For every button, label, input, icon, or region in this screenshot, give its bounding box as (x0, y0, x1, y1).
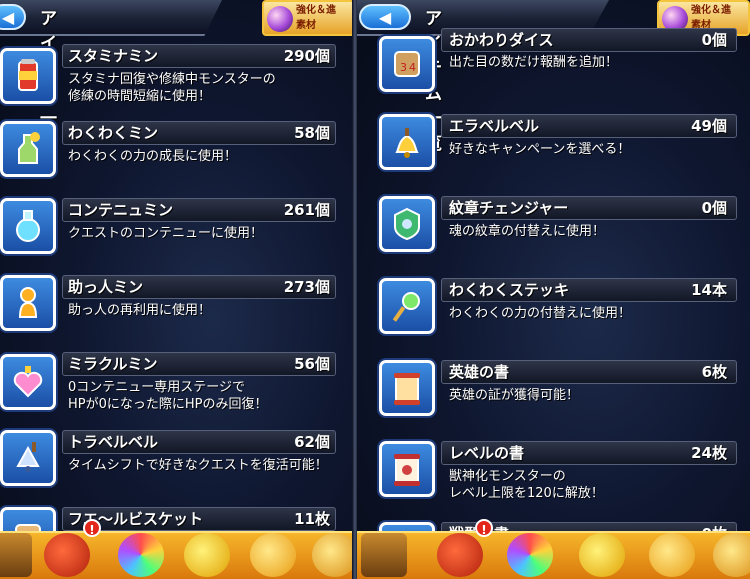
left-item-list-panel[interactable]: ◀ アイテム一覧 強化＆進 素材 スタミナミン 290個 スタミナ回復や修練中モ… (0, 0, 355, 579)
item-desc-line-1: わくわくの力の成長に使用！ (68, 149, 238, 164)
item-desc-line-1: 魂の紋章の付替えに使用！ (449, 224, 606, 239)
home-icon[interactable] (0, 533, 32, 577)
item-name: 助っ人ミン (68, 278, 144, 296)
item-count: 290個 (283, 47, 330, 65)
alert-badge: ! (475, 519, 493, 537)
item-count: 56個 (294, 355, 330, 373)
gacha-icon[interactable] (118, 533, 164, 577)
item-desc-line-2: HPが0になった際にHPのみ回復！ (68, 397, 268, 412)
item-name: おかわりダイス (449, 31, 554, 49)
item-desc-line-1: クエストのコンテニューに使用！ (68, 226, 264, 241)
item-count: 0個 (701, 199, 727, 217)
item-name: ミラクルミン (68, 355, 158, 373)
helper-icon (0, 275, 56, 331)
item-name: スタミナミン (68, 47, 159, 65)
svg-text:3: 3 (400, 61, 407, 74)
shop-icon[interactable] (649, 533, 695, 577)
alert-badge: ! (83, 519, 101, 537)
list-item[interactable]: レベルの書 24枚 獣神化モンスターの レベル上限を120に解放！ (379, 437, 739, 507)
item-desc-line-1: 英雄の証が獲得可能！ (449, 388, 580, 403)
dice-icon: 34 (379, 36, 435, 92)
quest-icon[interactable] (184, 533, 230, 577)
item-desc-line-1: 出た目の数だけ報酬を追加！ (449, 55, 619, 70)
item-desc-line-1: わくわくの力の付替えに使用！ (449, 306, 632, 321)
other-icon[interactable] (312, 533, 355, 577)
scroll-icon (379, 360, 435, 416)
item-name: レベルの書 (449, 444, 525, 462)
handbell-icon (0, 430, 56, 486)
back-arrow-icon: ◀ (378, 7, 392, 27)
monster-icon[interactable] (437, 533, 483, 577)
can-icon (0, 48, 56, 104)
back-button[interactable]: ◀ (0, 4, 26, 30)
item-desc-line-2: 修練の時間短縮に使用！ (68, 89, 212, 104)
list-item[interactable]: わくわくミン 58個 わくわくの力の成長に使用！ (0, 117, 340, 187)
item-name: エラベルベル (449, 117, 540, 135)
item-name: 紋章チェンジャー (449, 199, 569, 217)
screen: ◀ アイテム一覧 強化＆進 素材 スタミナミン 290個 スタミナ回復や修練中モ… (0, 0, 750, 579)
item-count: 49個 (691, 117, 727, 135)
item-desc-line-1: 好きなキャンペーンを選べる！ (449, 142, 631, 157)
item-count: 11枚 (294, 510, 330, 528)
monster-icon[interactable] (44, 533, 90, 577)
evolve-material-badge[interactable]: 強化＆進 素材 (262, 0, 355, 36)
back-arrow-icon: ◀ (1, 7, 15, 27)
item-desc-line-1: 獣神化モンスターの (449, 469, 566, 484)
item-name: 英雄の書 (449, 363, 510, 381)
badge-label-1: 強化＆進 (691, 5, 731, 16)
item-count: 24枚 (691, 444, 727, 462)
list-item[interactable]: スタミナミン 290個 スタミナ回復や修練中モンスターの 修練の時間短縮に使用！ (0, 40, 340, 110)
list-item[interactable]: 34 おかわりダイス 0個 出た目の数だけ報酬を追加！ (379, 28, 739, 98)
list-item[interactable]: トラベルベル 62個 タイムシフトで好きなクエストを復活可能！ (0, 426, 340, 496)
heart-bottle-icon (0, 354, 56, 410)
item-desc-line-1: タイムシフトで好きなクエストを復活可能！ (68, 458, 328, 473)
item-name: わくわくステッキ (449, 281, 570, 299)
quest-icon[interactable] (579, 533, 625, 577)
item-count: 261個 (283, 201, 330, 219)
item-count: 14本 (691, 281, 727, 299)
list-item[interactable]: エラベルベル 49個 好きなキャンペーンを選べる！ (379, 110, 739, 180)
item-count: 62個 (294, 433, 330, 451)
item-name: わくわくミン (68, 124, 159, 142)
list-item[interactable]: 英雄の書 6枚 英雄の証が獲得可能！ (379, 356, 739, 426)
title-bar (0, 0, 222, 36)
item-count: 0個 (701, 31, 727, 49)
material-orb-icon (267, 6, 293, 32)
level-scroll-icon (379, 441, 435, 497)
svg-text:4: 4 (409, 61, 416, 74)
item-name: トラベルベル (68, 433, 159, 451)
home-icon[interactable] (361, 533, 407, 577)
list-item[interactable]: わくわくステッキ 14本 わくわくの力の付替えに使用！ (379, 274, 739, 344)
item-desc-line-1: 0コンテニュー専用ステージで (68, 380, 246, 395)
item-count: 273個 (283, 278, 330, 296)
item-count: 6枚 (701, 363, 727, 381)
list-item[interactable]: コンテニュミン 261個 クエストのコンテニューに使用！ (0, 194, 340, 264)
wand-icon (379, 278, 435, 334)
back-button[interactable]: ◀ (359, 4, 411, 30)
badge-label-1: 強化＆進 (296, 5, 336, 16)
list-item[interactable]: 紋章チェンジャー 0個 魂の紋章の付替えに使用！ (379, 192, 739, 262)
item-desc-line-1: 助っ人の再利用に使用！ (68, 303, 212, 318)
emblem-icon (379, 196, 435, 252)
item-desc-line-1: スタミナ回復や修練中モンスターの (68, 72, 276, 87)
item-desc-line-2: レベル上限を120に解放！ (449, 486, 604, 501)
bottle-icon (0, 121, 56, 177)
flask-icon (0, 198, 56, 254)
bottom-menu-bar: ! (0, 519, 355, 579)
shop-icon[interactable] (250, 533, 296, 577)
list-item[interactable]: ミラクルミン 56個 0コンテニュー専用ステージで HPが0になった際にHPのみ… (0, 348, 340, 418)
other-icon[interactable] (713, 533, 750, 577)
item-name: コンテニュミン (68, 201, 174, 219)
bottom-menu-bar: ! (357, 519, 750, 579)
right-item-list-panel[interactable]: ◀ アイテム一覧 強化＆進 素材 34 おかわりダイス 0個 出た目の数だけ報酬… (357, 0, 750, 579)
gacha-icon[interactable] (507, 533, 553, 577)
item-count: 58個 (294, 124, 330, 142)
badge-label-2: 素材 (296, 20, 316, 31)
list-item[interactable]: 助っ人ミン 273個 助っ人の再利用に使用！ (0, 271, 340, 341)
bell-icon (379, 114, 435, 170)
